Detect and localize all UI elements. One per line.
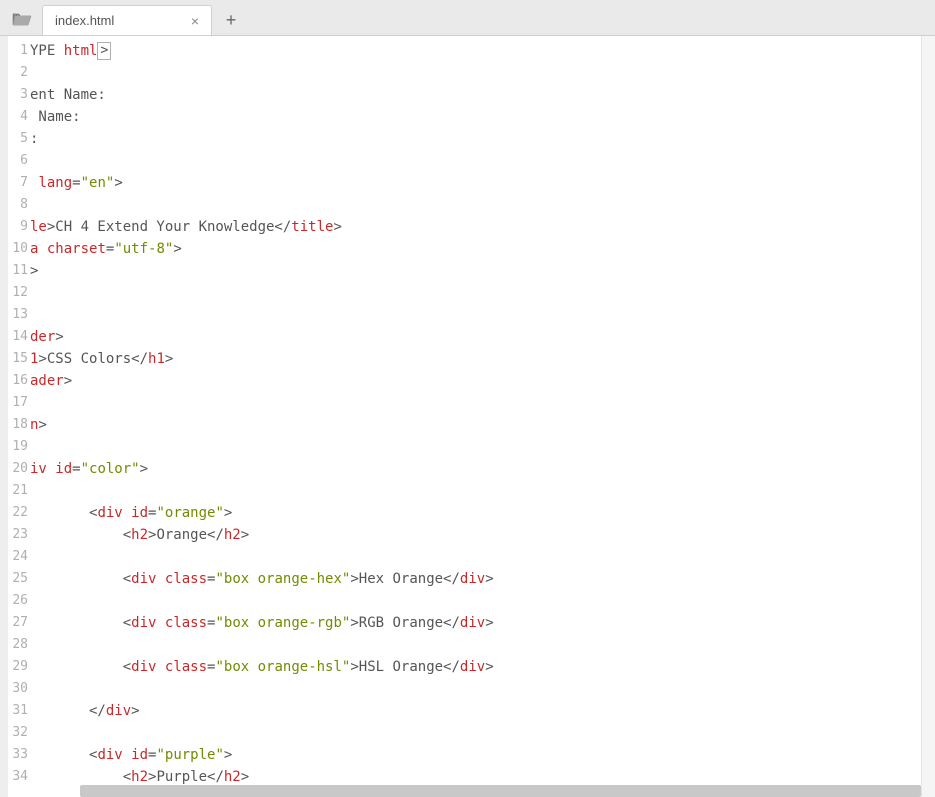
code-line[interactable]: [30, 480, 921, 502]
code-line[interactable]: [30, 304, 921, 326]
line-number: 27: [8, 612, 30, 634]
code-line[interactable]: </div>: [30, 700, 921, 722]
code-line[interactable]: >: [30, 260, 921, 282]
line-number: 26: [8, 590, 30, 612]
tab-bar: index.html × +: [0, 0, 935, 36]
code-line[interactable]: [30, 436, 921, 458]
code-line[interactable]: <div class="box orange-rgb">RGB Orange</…: [30, 612, 921, 634]
line-number: 30: [8, 678, 30, 700]
editor-area: 1234567891011121314151617181920212223242…: [0, 36, 935, 797]
line-number: 8: [8, 194, 30, 216]
code-line[interactable]: [30, 590, 921, 612]
code-line[interactable]: <div class="box orange-hsl">HSL Orange</…: [30, 656, 921, 678]
new-tab-button[interactable]: +: [216, 5, 246, 35]
line-number: 12: [8, 282, 30, 304]
code-line[interactable]: <div id="purple">: [30, 744, 921, 766]
line-number: 29: [8, 656, 30, 678]
code-line[interactable]: <div id="orange">: [30, 502, 921, 524]
line-number: 3: [8, 84, 30, 106]
code-line[interactable]: [30, 392, 921, 414]
line-number: 23: [8, 524, 30, 546]
code-line[interactable]: :: [30, 128, 921, 150]
code-line[interactable]: [30, 150, 921, 172]
line-number: 2: [8, 62, 30, 84]
line-number: 14: [8, 326, 30, 348]
text-cursor: >: [97, 42, 111, 60]
vertical-scrollbar[interactable]: [921, 36, 935, 797]
code-line[interactable]: iv id="color">: [30, 458, 921, 480]
line-number-gutter: 1234567891011121314151617181920212223242…: [8, 36, 30, 797]
code-line[interactable]: [30, 634, 921, 656]
line-number: 5: [8, 128, 30, 150]
line-number: 20: [8, 458, 30, 480]
code-line[interactable]: lang="en">: [30, 172, 921, 194]
line-number: 7: [8, 172, 30, 194]
line-number: 32: [8, 722, 30, 744]
folder-open-icon: [12, 11, 32, 27]
code-line[interactable]: <div class="box orange-hex">Hex Orange</…: [30, 568, 921, 590]
code-line[interactable]: der>: [30, 326, 921, 348]
line-number: 33: [8, 744, 30, 766]
code-line[interactable]: ent Name:: [30, 84, 921, 106]
code-line[interactable]: ader>: [30, 370, 921, 392]
code-line[interactable]: <h2>Orange</h2>: [30, 524, 921, 546]
code-line[interactable]: n>: [30, 414, 921, 436]
horizontal-scrollbar[interactable]: [80, 785, 921, 797]
line-number: 24: [8, 546, 30, 568]
line-number: 13: [8, 304, 30, 326]
code-line[interactable]: [30, 282, 921, 304]
code-line[interactable]: le>CH 4 Extend Your Knowledge</title>: [30, 216, 921, 238]
line-number: 15: [8, 348, 30, 370]
code-line[interactable]: [30, 678, 921, 700]
code-line[interactable]: [30, 722, 921, 744]
tab-title: index.html: [55, 13, 187, 28]
line-number: 9: [8, 216, 30, 238]
line-number: 1: [8, 40, 30, 62]
code-line[interactable]: Name:: [30, 106, 921, 128]
code-line[interactable]: a charset="utf-8">: [30, 238, 921, 260]
line-number: 34: [8, 766, 30, 788]
line-number: 17: [8, 392, 30, 414]
line-number: 16: [8, 370, 30, 392]
code-line[interactable]: [30, 62, 921, 84]
open-folder-button[interactable]: [4, 3, 40, 35]
line-number: 11: [8, 260, 30, 282]
line-number: 21: [8, 480, 30, 502]
left-gutter: [0, 36, 8, 797]
code-line[interactable]: [30, 546, 921, 568]
line-number: 19: [8, 436, 30, 458]
code-line[interactable]: 1>CSS Colors</h1>: [30, 348, 921, 370]
code-content[interactable]: YPE html>ent Name: Name:: lang="en">le>C…: [30, 36, 921, 797]
tab-close-button[interactable]: ×: [187, 13, 203, 29]
line-number: 10: [8, 238, 30, 260]
line-number: 25: [8, 568, 30, 590]
line-number: 18: [8, 414, 30, 436]
line-number: 4: [8, 106, 30, 128]
line-number: 28: [8, 634, 30, 656]
code-line[interactable]: YPE html>: [30, 40, 921, 62]
line-number: 31: [8, 700, 30, 722]
file-tab[interactable]: index.html ×: [42, 5, 212, 35]
code-line[interactable]: [30, 194, 921, 216]
line-number: 6: [8, 150, 30, 172]
line-number: 22: [8, 502, 30, 524]
